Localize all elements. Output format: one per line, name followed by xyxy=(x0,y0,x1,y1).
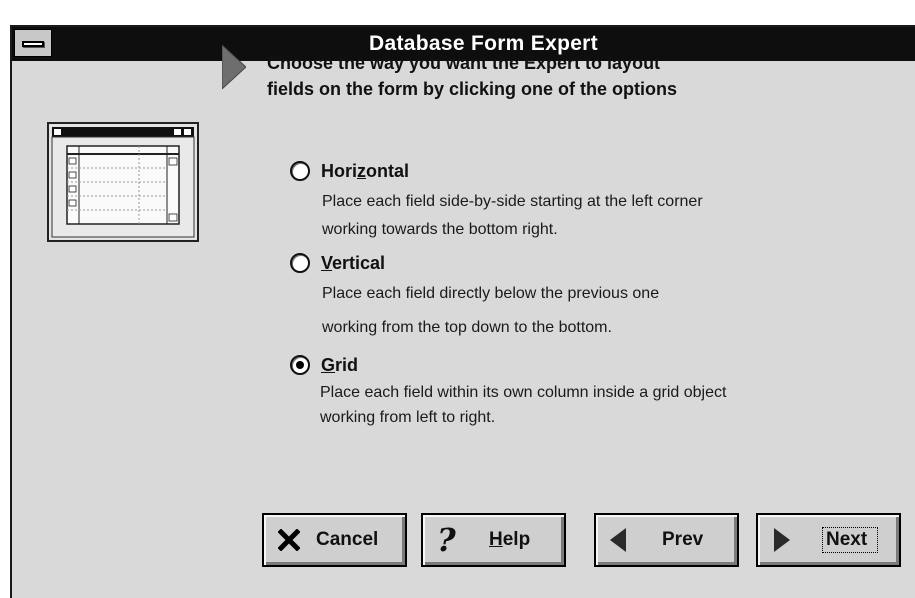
option-description-vertical: Place each field directly below the prev… xyxy=(322,280,852,342)
triangle-pointer-icon xyxy=(222,45,246,89)
description-line: working towards the bottom right. xyxy=(322,221,558,238)
option-label-vertical: Vertical xyxy=(321,253,386,273)
next-button[interactable]: Next xyxy=(756,513,901,567)
radio-vertical[interactable] xyxy=(290,253,310,273)
instruction-text: Choose the way you want the Expert to la… xyxy=(267,50,827,102)
option-description-horizontal: Place each field side-by-side starting a… xyxy=(322,188,852,244)
question-mark-icon: ? xyxy=(437,521,456,559)
cancel-button[interactable]: Cancel xyxy=(262,513,407,567)
cancel-label: Cancel xyxy=(316,529,379,550)
radio-grid[interactable] xyxy=(290,355,310,375)
description-line: working from left to right. xyxy=(320,409,496,426)
option-description-grid: Place each field within its own column i… xyxy=(320,380,850,430)
description-line: Place each field within its own column i… xyxy=(320,384,727,401)
help-label: Help xyxy=(489,529,531,550)
radio-horizontal[interactable] xyxy=(290,161,310,181)
system-menu-icon[interactable] xyxy=(14,29,52,57)
description-line: Place each field side-by-side starting a… xyxy=(322,193,703,210)
right-triangle-icon xyxy=(774,528,790,552)
layout-preview-image xyxy=(47,122,199,242)
radio-selected-dot xyxy=(296,361,304,369)
instruction-line-1: Choose the way you want the Expert to la… xyxy=(267,53,661,73)
x-icon xyxy=(278,529,300,551)
option-label-grid: Grid xyxy=(321,355,359,375)
description-line: working from the top down to the bottom. xyxy=(322,319,612,336)
instruction-line-2: fields on the form by clicking one of th… xyxy=(267,79,678,99)
description-line: Place each field directly below the prev… xyxy=(322,285,660,302)
next-label: Next xyxy=(826,529,868,550)
left-triangle-icon xyxy=(610,528,626,552)
option-label-horizontal: Horizontal xyxy=(321,161,409,181)
prev-button[interactable]: Prev xyxy=(594,513,739,567)
help-button[interactable]: ? Help xyxy=(421,513,566,567)
grid-layout-illustration-icon xyxy=(51,127,195,238)
prev-label: Prev xyxy=(662,529,704,550)
